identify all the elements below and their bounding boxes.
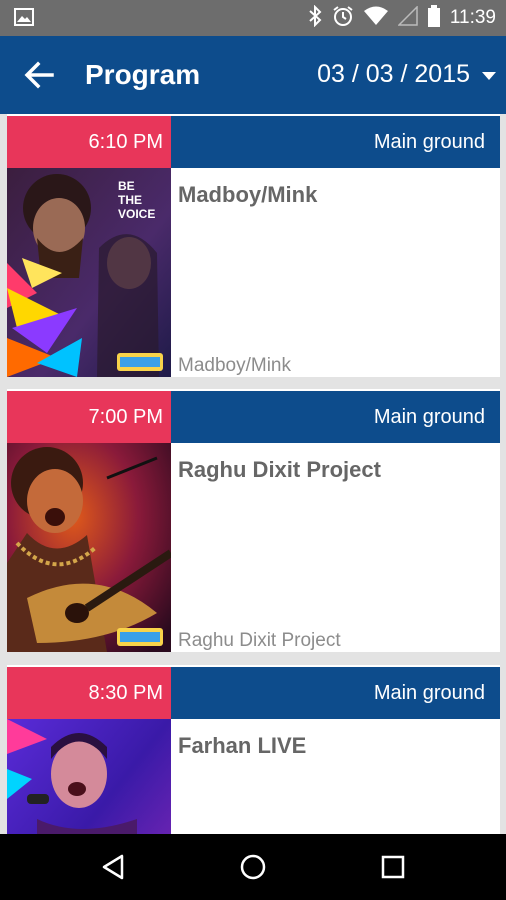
alarm-icon	[332, 5, 354, 32]
event-title: Madboy/Mink	[178, 182, 318, 207]
status-bar: 11:39	[0, 0, 506, 36]
event-poster	[7, 719, 171, 834]
date-selector[interactable]: 03 / 03 / 2015	[317, 60, 496, 89]
event-time: 7:00 PM	[7, 391, 171, 443]
app-bar: Program 03 / 03 / 2015	[0, 36, 506, 114]
poster-line-3: VOICE	[118, 207, 155, 221]
poster-line-1: BE	[118, 179, 135, 193]
signal-icon	[397, 4, 418, 31]
event-card[interactable]: 7:00 PM Main ground Raghu Dixit Project …	[7, 389, 500, 652]
dropdown-arrow-icon	[482, 60, 496, 89]
event-poster: BE THE VOICE	[7, 168, 171, 377]
event-title: Farhan LIVE	[178, 733, 307, 758]
event-time: 8:30 PM	[7, 667, 171, 719]
event-venue: Main ground	[171, 667, 500, 719]
event-card[interactable]: 8:30 PM Main ground Farhan LIVE	[7, 665, 500, 834]
event-subtitle: Madboy/Mink	[178, 355, 291, 376]
navigation-bar	[0, 834, 506, 900]
poster-line-2: THE	[118, 193, 142, 207]
bluetooth-icon	[308, 4, 322, 32]
image-notification-icon	[14, 8, 34, 26]
event-title: Raghu Dixit Project	[178, 457, 381, 482]
event-venue: Main ground	[171, 391, 500, 443]
event-subtitle: Raghu Dixit Project	[178, 630, 341, 651]
event-time: 6:10 PM	[7, 116, 171, 168]
selected-date: 03 / 03 / 2015	[317, 60, 470, 88]
event-poster	[7, 443, 171, 652]
event-card[interactable]: 6:10 PM Main ground BE THE VOICE Madboy/…	[7, 114, 500, 377]
nav-home-icon[interactable]	[238, 852, 268, 882]
back-arrow-icon[interactable]	[20, 55, 60, 95]
page-title: Program	[85, 59, 201, 90]
nav-recents-icon[interactable]	[378, 852, 408, 882]
clock-time: 11:39	[449, 7, 496, 28]
battery-icon	[427, 4, 440, 32]
event-venue: Main ground	[171, 116, 500, 168]
program-list: 6:10 PM Main ground BE THE VOICE Madboy/…	[0, 114, 506, 834]
nav-back-icon[interactable]	[98, 852, 128, 882]
wifi-icon	[363, 6, 388, 31]
